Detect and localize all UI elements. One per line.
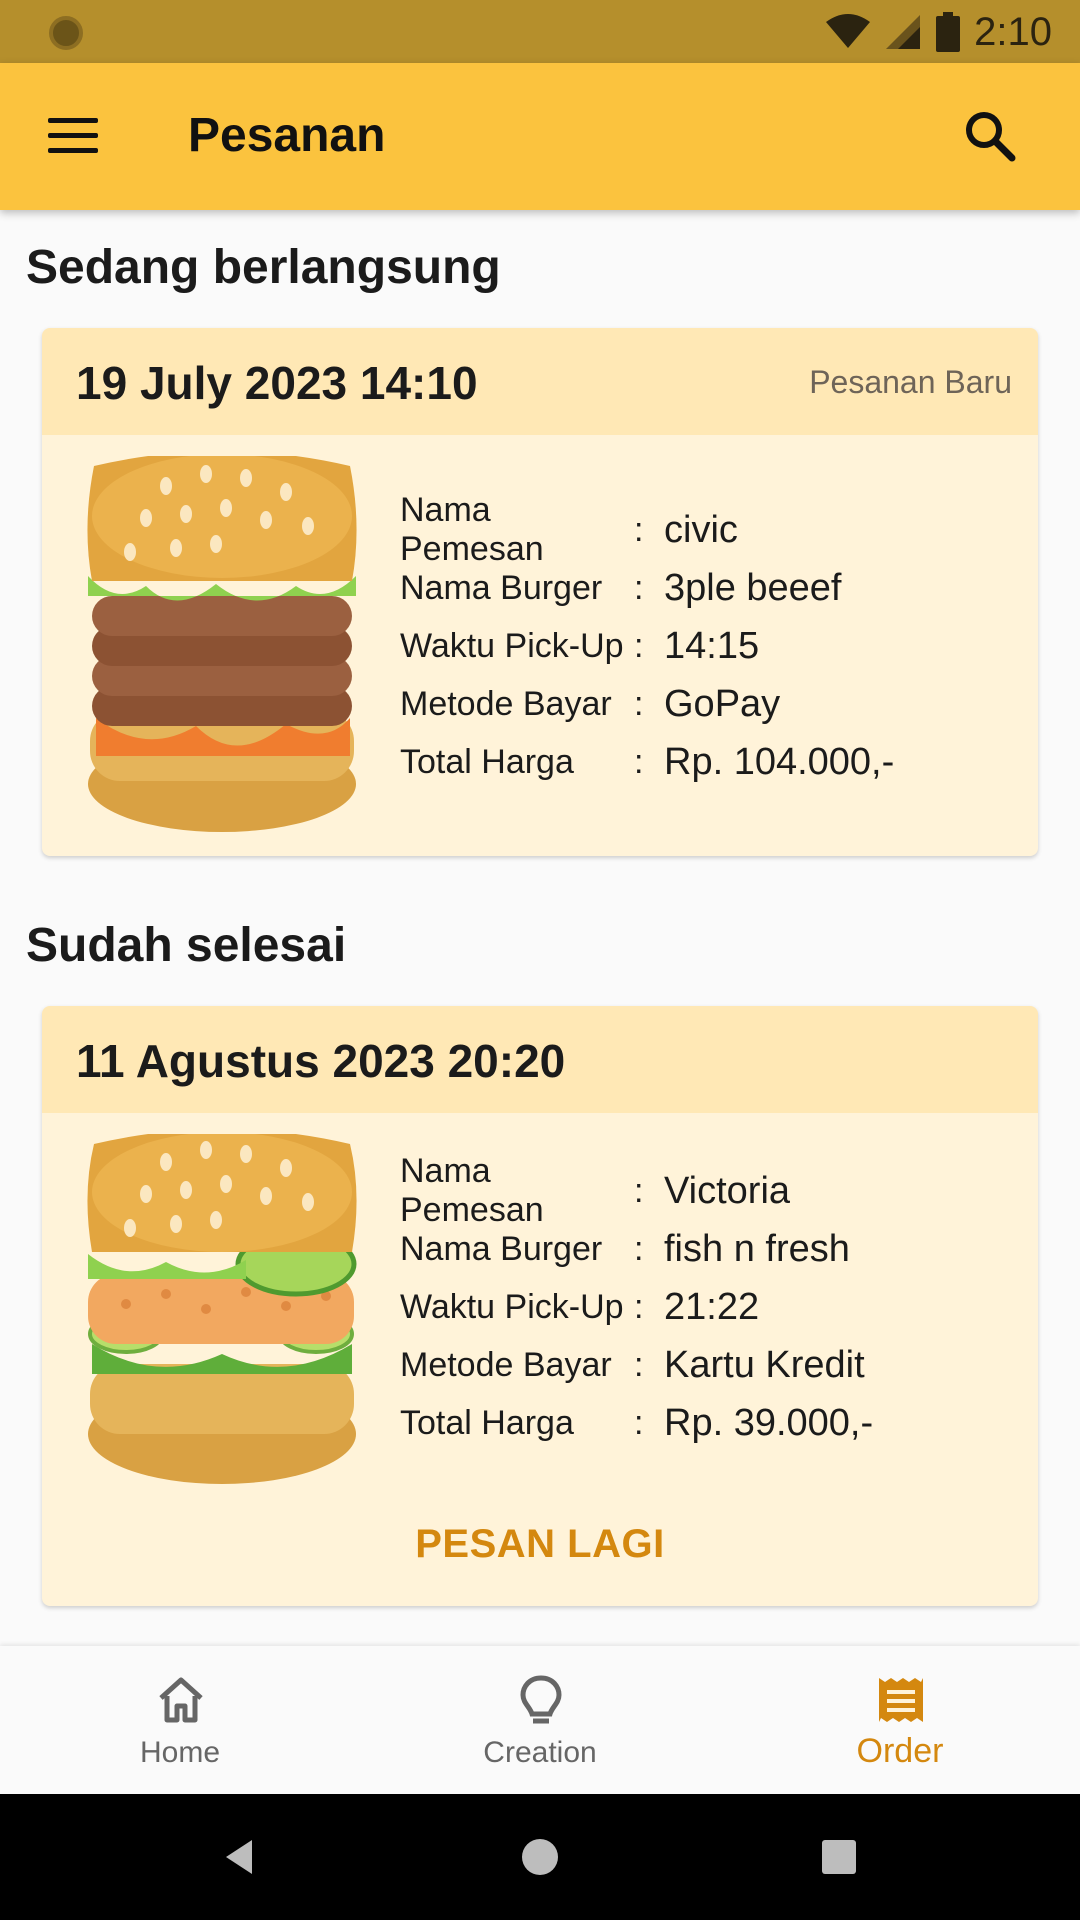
status-icons: 2:10 [826, 8, 1052, 56]
label-burger: Nama Burger [400, 568, 603, 607]
separator: : [634, 684, 644, 723]
wifi-icon [826, 14, 871, 48]
battery-icon [936, 12, 961, 52]
value-total: Rp. 39.000,- [664, 1401, 874, 1444]
order-details: Nama Pemesan: civic Nama Burger:3ple beee… [400, 491, 894, 791]
fish-burger-image [87, 1134, 357, 1484]
order-card-ongoing[interactable]: 19 July 2023 14:10 Pesanan Baru Nama Pem… [42, 328, 1038, 856]
home-icon [159, 1677, 203, 1723]
detail-row-payment: Metode Bayar: GoPay [400, 675, 894, 733]
back-icon[interactable] [218, 1834, 264, 1880]
reorder-button[interactable]: PESAN LAGI [42, 1522, 1038, 1567]
label-pickup: Waktu Pick-Up [400, 626, 624, 665]
order-datetime: 11 Agustus 2023 20:20 [76, 1035, 566, 1087]
nav-label-creation: Creation [483, 1736, 597, 1769]
menu-icon-line [48, 132, 98, 138]
menu-icon [48, 117, 98, 123]
order-details: Nama Pemesan: Victoria Nama Burger: fish n… [400, 1152, 873, 1452]
triple-beef-burger-image [87, 456, 357, 832]
order-datetime: 19 July 2023 14:10 [76, 357, 478, 409]
nav-label-home: Home [139, 1736, 221, 1769]
separator: : [634, 742, 644, 781]
detail-row-pickup: Waktu Pick-Up:14:15 [400, 617, 894, 675]
label-name: Nama Pemesan [400, 1152, 544, 1229]
recents-icon[interactable] [816, 1834, 862, 1880]
nav-item-creation[interactable]: Creation [360, 1646, 720, 1794]
home-circle-icon[interactable] [517, 1834, 563, 1880]
separator: : [634, 1403, 644, 1442]
bottom-navigation: Home Creation Order [0, 1646, 1080, 1794]
label-burger: Nama Burger [400, 1229, 603, 1268]
notification-icon [49, 16, 83, 50]
separator: : [634, 568, 644, 607]
detail-row-pickup: Waktu Pick-Up:21:22 [400, 1278, 873, 1336]
page-title: Pesanan [188, 109, 386, 162]
cellular-signal-icon [886, 15, 921, 49]
separator: : [634, 510, 644, 549]
receipt-icon [879, 1678, 923, 1722]
label-payment: Metode Bayar [400, 1345, 612, 1384]
detail-row-name: Nama Pemesan: Victoria [400, 1152, 873, 1229]
label-payment: Metode Bayar [400, 684, 612, 723]
card-header: 11 Agustus 2023 20:20 [42, 1006, 1038, 1113]
card-header: 19 July 2023 14:10 Pesanan Baru [42, 328, 1038, 435]
value-pickup: 14:15 [664, 624, 760, 667]
nav-label-order: Order [856, 1732, 944, 1770]
value-pickup: 21:22 [664, 1285, 760, 1328]
label-pickup: Waktu Pick-Up [400, 1287, 624, 1326]
detail-row-name: Nama Pemesan: civic [400, 491, 894, 568]
menu-icon-line [48, 147, 98, 153]
app-bar: Pesanan [0, 63, 1080, 210]
search-icon[interactable] [960, 106, 1020, 166]
detail-row-total: Total Harga: Rp. 39.000,- [400, 1394, 873, 1452]
label-total: Total Harga [400, 742, 574, 781]
status-badge: Pesanan Baru [809, 364, 1012, 400]
detail-row-burger: Nama Burger:3ple beeef [400, 559, 894, 617]
label-total: Total Harga [400, 1403, 574, 1442]
separator: : [634, 626, 644, 665]
separator: : [634, 1229, 644, 1268]
lightbulb-icon [520, 1675, 562, 1724]
value-burger: fish n fresh [664, 1227, 850, 1270]
separator: : [634, 1287, 644, 1326]
value-total: Rp. 104.000,- [664, 740, 895, 783]
value-payment: GoPay [664, 682, 781, 725]
value-burger: 3ple beeef [664, 566, 842, 609]
value-name: civic [664, 508, 738, 551]
status-bar: 2:10 [0, 0, 1080, 63]
separator: : [634, 1345, 644, 1384]
separator: : [634, 1171, 644, 1210]
menu-button[interactable] [40, 105, 106, 165]
section-title-ongoing: Sedang berlangsung [26, 241, 501, 294]
order-card-done[interactable]: 11 Agustus 2023 20:20 Nama Pemesan: Victo… [42, 1006, 1038, 1606]
status-time: 2:10 [974, 9, 1052, 54]
detail-row-payment: Metode Bayar: Kartu Kredit [400, 1336, 873, 1394]
nav-item-home[interactable]: Home [0, 1646, 360, 1794]
value-payment: Kartu Kredit [664, 1343, 865, 1386]
detail-row-total: Total Harga: Rp. 104.000,- [400, 733, 894, 791]
value-name: Victoria [664, 1169, 791, 1212]
section-title-done: Sudah selesai [26, 919, 347, 972]
detail-row-burger: Nama Burger: fish n fresh [400, 1220, 873, 1278]
nav-item-order[interactable]: Order [720, 1646, 1080, 1794]
label-name: Nama Pemesan [400, 491, 544, 568]
system-navigation-bar [0, 1794, 1080, 1920]
